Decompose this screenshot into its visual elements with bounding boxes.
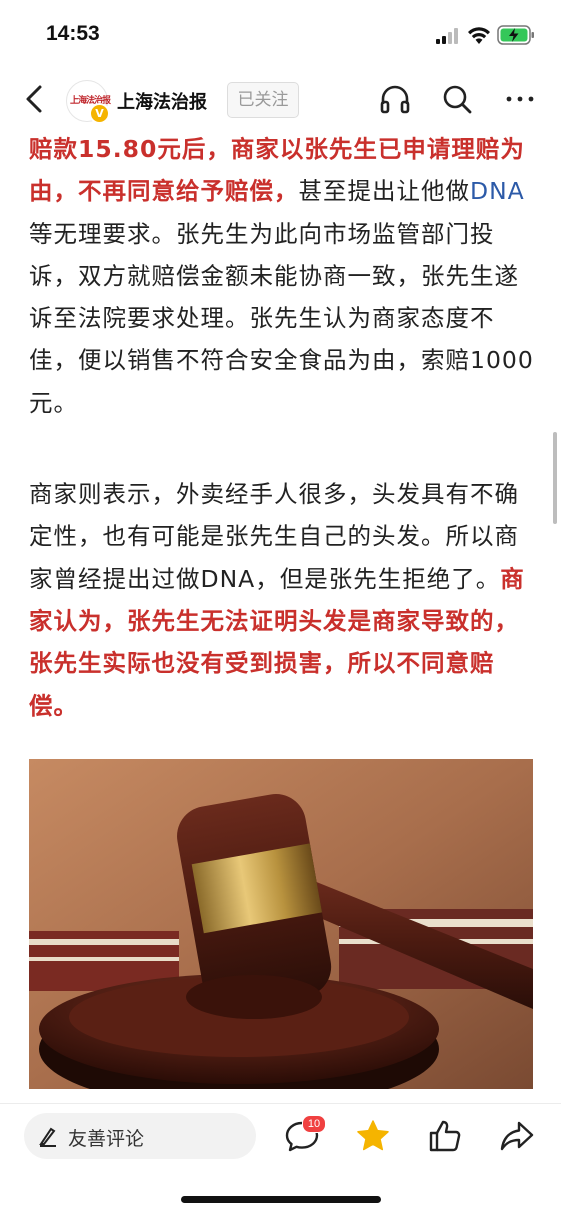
headphones-icon[interactable] xyxy=(378,82,412,116)
home-indicator[interactable] xyxy=(181,1196,381,1203)
scrollbar[interactable] xyxy=(553,432,557,524)
edit-pen-icon xyxy=(39,1127,56,1147)
cellular-signal-icon xyxy=(436,28,458,44)
status-bar: 14:53 xyxy=(0,0,561,70)
bottom-action-bar: 友善评论 10 xyxy=(0,1103,561,1216)
article-header: 上海法治报 V 上海法治报 已关注 xyxy=(0,70,561,128)
more-icon[interactable] xyxy=(503,82,537,116)
judge-gavel-photo[interactable] xyxy=(29,758,533,1089)
back-arrow-icon[interactable] xyxy=(18,82,52,116)
article-paragraph-1: 赔款15.80元后，商家以张先生已申请理赔为由，不再同意给予赔偿，甚至提出让他做… xyxy=(29,128,537,424)
comment-input[interactable]: 友善评论 xyxy=(24,1113,256,1159)
account-name[interactable]: 上海法治报 xyxy=(117,88,207,114)
like-icon[interactable] xyxy=(427,1118,463,1154)
share-icon[interactable] xyxy=(499,1118,535,1154)
account-avatar[interactable]: 上海法治报 V xyxy=(66,80,111,124)
search-icon[interactable] xyxy=(440,82,474,116)
follow-button[interactable]: 已关注 xyxy=(227,82,299,118)
body-text: 甚至提出让他做 xyxy=(298,177,470,206)
body-text: 商家则表示，外卖经手人很多，头发具有不确定性，也有可能是张先生自己的头发。所以商… xyxy=(29,480,519,593)
comment-count-badge: 10 xyxy=(302,1115,326,1133)
article-paragraph-2: 商家则表示，外卖经手人很多，头发具有不确定性，也有可能是张先生自己的头发。所以商… xyxy=(29,473,537,727)
body-text: 等无理要求。张先生为此向市场监管部门投诉，双方就赔偿金额未能协商一致，张先生遂诉… xyxy=(29,219,534,417)
article-body: 赔款15.80元后，商家以张先生已申请理赔为由，不再同意给予赔偿，甚至提出让他做… xyxy=(29,128,537,1103)
wifi-icon xyxy=(468,27,490,44)
status-time: 14:53 xyxy=(46,22,100,45)
battery-charging-icon xyxy=(497,25,534,45)
verified-badge: V xyxy=(89,103,110,124)
comment-placeholder: 友善评论 xyxy=(68,1128,145,1150)
dna-link[interactable]: DNA xyxy=(470,177,525,205)
star-icon[interactable] xyxy=(355,1118,391,1154)
